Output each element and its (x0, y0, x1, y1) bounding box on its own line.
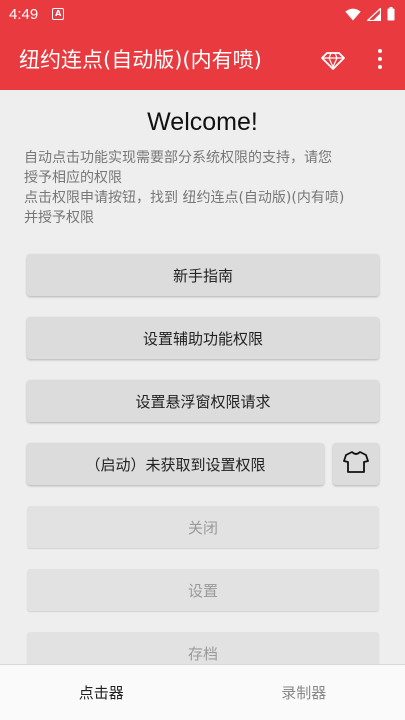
save-button[interactable]: 存档 (27, 632, 379, 664)
signal-icon (367, 7, 381, 21)
welcome-heading: Welcome! (147, 108, 258, 136)
status-icons (345, 7, 395, 21)
description-line: 授予相应的权限 (24, 170, 122, 186)
more-options-icon[interactable] (370, 45, 390, 73)
tab-clicker[interactable]: 点击器 (0, 665, 203, 720)
description-line: 并授予权限 (24, 210, 94, 226)
start-button[interactable]: （启动）未获取到设置权限 (27, 443, 324, 485)
permission-description: 自动点击功能实现需要部分系统权限的支持，请您 授予相应的权限 点击权限申请按钮，… (24, 148, 384, 228)
status-bar: 4:49 A (0, 0, 405, 28)
diamond-icon[interactable] (320, 47, 346, 73)
overlay-permission-button[interactable]: 设置悬浮窗权限请求 (27, 380, 379, 422)
status-time: 4:49 (9, 5, 39, 23)
app-bar: 纽约连点(自动版)(内有喷) (0, 28, 405, 90)
app-title: 纽约连点(自动版)(内有喷) (19, 48, 262, 72)
battery-icon (387, 7, 395, 21)
accessibility-permission-button[interactable]: 设置辅助功能权限 (27, 317, 379, 359)
main-content: Welcome! 自动点击功能实现需要部分系统权限的支持，请您 授予相应的权限 … (0, 90, 405, 664)
notification-icon: A (52, 8, 65, 20)
settings-button[interactable]: 设置 (27, 569, 379, 611)
close-button[interactable]: 关闭 (27, 506, 379, 548)
shirt-button[interactable] (333, 443, 379, 485)
tab-recorder[interactable]: 录制器 (203, 665, 405, 720)
description-line: 自动点击功能实现需要部分系统权限的支持，请您 (24, 150, 332, 166)
guide-button[interactable]: 新手指南 (27, 254, 379, 296)
bottom-navigation: 点击器 录制器 (0, 664, 405, 720)
shirt-icon (343, 450, 369, 478)
wifi-icon (345, 8, 361, 21)
description-line: 点击权限申请按钮，找到 纽约连点(自动版)(内有喷) (24, 190, 345, 206)
